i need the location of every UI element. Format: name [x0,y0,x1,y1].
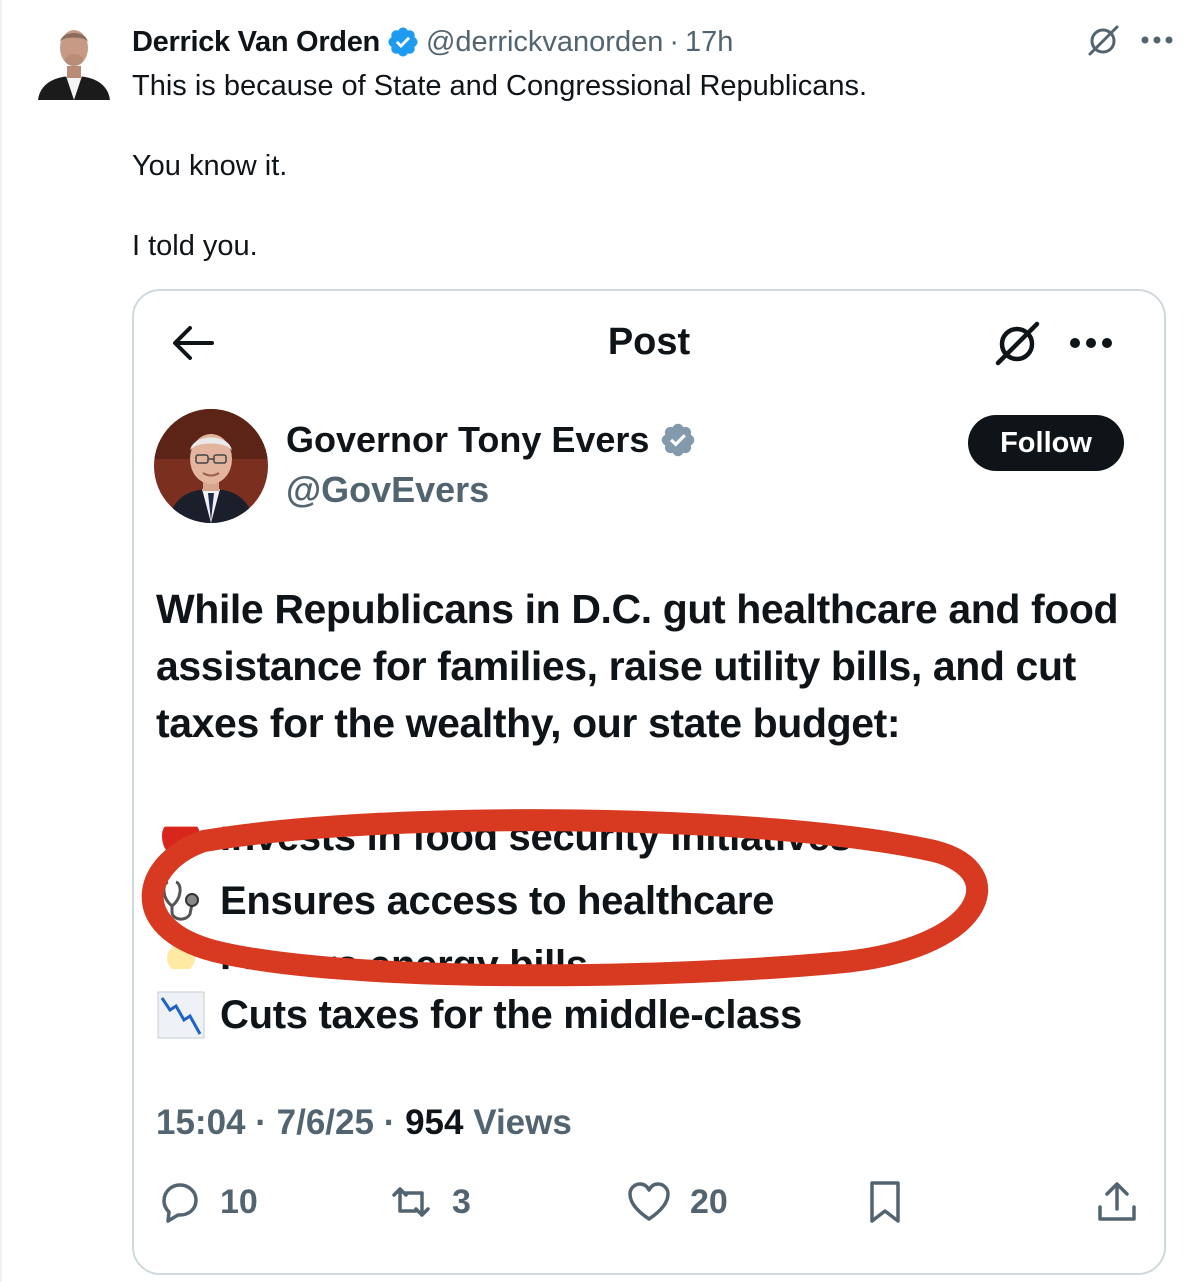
more-options-icon[interactable] [1140,35,1174,45]
reply-count: 10 [220,1182,258,1221]
post-date: 7/6/25 [276,1103,374,1142]
left-divider [0,0,2,1282]
views-label: Views [473,1103,572,1142]
governor-name-row: Governor Tony Evers [286,419,697,461]
list-item-text: Cuts taxes for the middle-class [220,992,802,1037]
tweet-line: I told you. [132,230,258,262]
tweet-header: Derrick Van Orden @derrickvanorden · 17h [132,22,733,62]
list-item: Invests in food security initiatives [156,814,852,863]
verified-badge-icon [388,27,418,57]
governor-post-text: While Republicans in D.C. gut healthcare… [156,586,1119,746]
post-meta: 15:04 · 7/6/25 · 954 Views [156,1103,572,1143]
grok-icon [995,321,1040,366]
list-item-text: Invests in food security initiatives [220,814,852,859]
author-avatar[interactable] [36,18,112,102]
chart-decreasing-icon [157,991,205,1039]
repost-count: 3 [452,1182,471,1221]
governor-name: Governor Tony Evers [286,419,650,460]
list-item: Lowers energy bills [156,939,588,987]
like-count: 20 [690,1182,728,1221]
follow-button: Follow [968,415,1124,471]
list-item: Cuts taxes for the middle-class [156,989,802,1041]
lightbulb-icon [167,944,195,970]
list-item: Ensures access to healthcare [156,875,774,927]
views-count: 954 [405,1103,464,1142]
post-time: 15:04 [156,1103,246,1142]
like-action: 20 [626,1179,728,1225]
author-handle[interactable]: @derrickvanorden [426,26,663,59]
repost-icon [392,1187,430,1217]
tweet-top-actions [1086,22,1174,58]
reply-action: 10 [156,1179,258,1225]
share-action [1094,1179,1158,1225]
author-name[interactable]: Derrick Van Orden [132,26,380,59]
apple-icon [162,826,200,857]
governor-handle: @GovEvers [286,469,490,510]
verified-badge-icon [662,423,695,457]
grok-icon[interactable] [1086,22,1122,58]
repost-action: 3 [388,1179,471,1225]
stethoscope-icon [162,880,199,921]
share-icon [1098,1182,1136,1221]
bookmark-icon [870,1181,900,1223]
tweet-text: This is because of State and Congression… [132,66,867,306]
tweet-line: This is because of State and Congression… [132,70,868,102]
post-actions: 10 3 20 [156,1179,1146,1229]
list-item-text: Ensures access to healthcare [220,878,775,923]
tweet-timestamp[interactable]: 17h [685,26,733,59]
governor-avatar [154,409,268,523]
more-options-icon [1070,338,1112,348]
bookmark-action [862,1179,926,1225]
heart-icon [628,1182,670,1221]
reply-icon [162,1183,198,1223]
embedded-post-screenshot[interactable]: Post Governor Tony Evers @GovEvers Follo… [132,289,1166,1275]
tweet-line: You know it. [132,150,288,182]
separator-dot: · [383,1103,396,1142]
list-item-text: Lowers energy bills [220,942,588,987]
separator-dot: · [255,1103,267,1142]
separator-dot: · [669,25,680,58]
